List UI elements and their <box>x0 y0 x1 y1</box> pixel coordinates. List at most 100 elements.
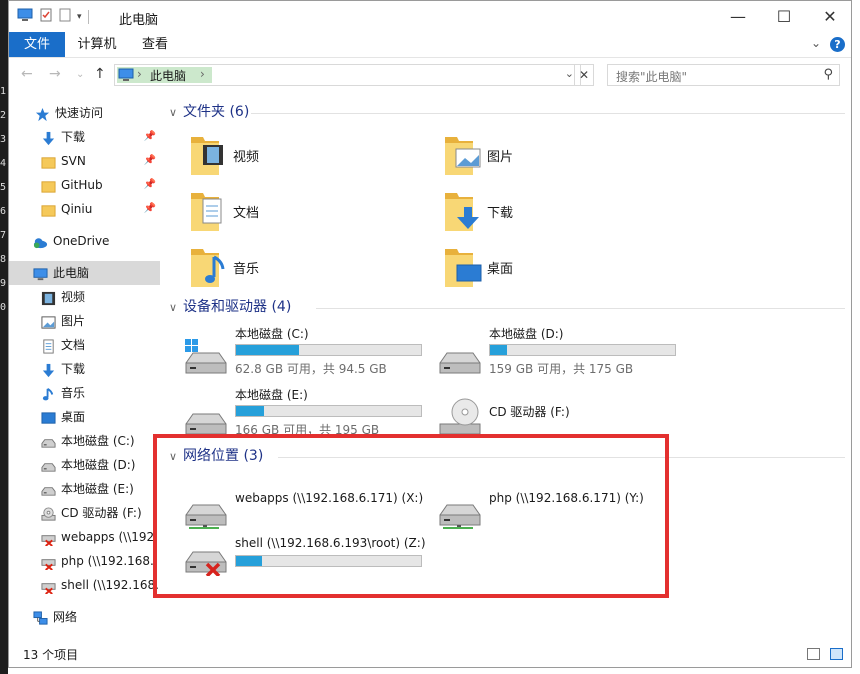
drive-icon <box>183 396 229 438</box>
address-dropdown-icon[interactable]: ⌄ <box>565 67 574 80</box>
group-header-folders[interactable]: ∨ 文件夹 (6) <box>169 101 249 123</box>
star-icon <box>35 106 50 122</box>
sidebar-item[interactable]: shell (\\192.168. <box>9 573 160 597</box>
help-icon[interactable]: ? <box>830 37 845 52</box>
window-title: 此电脑 <box>119 13 159 28</box>
pin-icon[interactable]: 📌 <box>144 197 156 221</box>
sidebar-item-label: 此电脑 <box>53 266 90 280</box>
capacity-bar <box>235 405 422 417</box>
breadcrumb[interactable]: 此电脑 <box>150 67 186 84</box>
sidebar-item[interactable]: CD 驱动器 (F:) <box>9 501 160 525</box>
back-button[interactable]: ← <box>21 66 33 82</box>
sidebar-item[interactable]: GitHub 📌 <box>9 173 160 197</box>
tab-view[interactable]: 查看 <box>129 32 181 57</box>
download-icon <box>41 362 56 378</box>
download-icon <box>41 130 56 146</box>
drive-item[interactable]: 本地磁盘 (D:) 159 GB 可用，共 175 GB <box>437 325 687 381</box>
folder-item[interactable]: 视频 <box>189 131 429 181</box>
line-number: 4 <box>0 158 7 169</box>
line-number: 2 <box>0 110 7 121</box>
sidebar-item[interactable]: OneDrive <box>9 229 160 253</box>
sidebar-item[interactable]: 图片 <box>9 309 160 333</box>
download-folder-icon <box>443 189 483 233</box>
sidebar-item-label: 下载 <box>61 130 86 144</box>
sidebar-item-label: 网络 <box>53 610 78 624</box>
pin-icon[interactable]: 📌 <box>144 173 156 197</box>
sidebar-item-label: php (\\192.168. <box>61 554 154 568</box>
chevron-right-icon[interactable]: › <box>200 67 205 81</box>
folder-item[interactable]: 桌面 <box>443 243 683 293</box>
line-number: 9 <box>0 278 7 289</box>
sidebar-item[interactable]: Qiniu 📌 <box>9 197 160 221</box>
properties-icon[interactable] <box>39 8 53 25</box>
maximize-button[interactable]: ☐ <box>761 1 807 32</box>
search-input[interactable]: 搜索"此电脑" ⚲ <box>607 64 840 86</box>
sidebar-item[interactable]: 桌面 <box>9 405 160 429</box>
search-icon[interactable]: ⚲ <box>823 67 833 82</box>
folder-icon <box>41 178 56 193</box>
sidebar-item-label: 图片 <box>61 314 86 328</box>
folder-item[interactable]: 文档 <box>189 187 429 237</box>
drive-name: 本地磁盘 (E:) <box>235 388 308 402</box>
folder-item[interactable]: 下载 <box>443 187 683 237</box>
sidebar-item-label: 本地磁盘 (E:) <box>61 482 134 496</box>
sidebar-item[interactable]: 网络 <box>9 605 160 629</box>
tab-computer[interactable]: 计算机 <box>69 32 125 57</box>
line-number: 3 <box>0 134 7 145</box>
sidebar-item[interactable]: 音乐 <box>9 381 160 405</box>
sidebar-item[interactable]: 本地磁盘 (E:) <box>9 477 160 501</box>
sidebar-item-label: 文档 <box>61 338 86 352</box>
chevron-right-icon[interactable]: › <box>137 67 142 81</box>
forward-button[interactable]: → <box>49 66 61 82</box>
sidebar-item[interactable]: 下载 📌 <box>9 125 160 149</box>
close-button[interactable]: ✕ <box>807 1 853 32</box>
pin-icon[interactable]: 📌 <box>144 125 156 149</box>
details-view-icon[interactable] <box>807 648 820 660</box>
music-folder-icon <box>189 245 229 289</box>
minimize-button[interactable]: — <box>715 1 761 32</box>
network-drive-off-icon <box>41 578 56 595</box>
line-number: 5 <box>0 182 7 193</box>
sidebar-item[interactable]: 文档 <box>9 333 160 357</box>
line-number: 6 <box>0 206 7 217</box>
sidebar-item[interactable]: 本地磁盘 (C:) <box>9 429 160 453</box>
drive-item[interactable]: 本地磁盘 (C:) 62.8 GB 可用，共 94.5 GB <box>183 325 433 381</box>
folder-item[interactable]: 图片 <box>443 131 683 181</box>
large-icons-view-icon[interactable] <box>830 648 843 660</box>
drive-name: 本地磁盘 (C:) <box>235 327 309 341</box>
group-header-devices[interactable]: ∨ 设备和驱动器 (4) <box>169 296 291 318</box>
desktop-folder-icon <box>443 245 483 289</box>
sidebar-item[interactable]: 本地磁盘 (D:) <box>9 453 160 477</box>
pin-icon[interactable]: 📌 <box>144 149 156 173</box>
explorer-window: ▾ 此电脑 — ☐ ✕ 文件 计算机 查看 ⌄ ? ← → ⌄ ↑ › 此电脑 … <box>8 0 852 668</box>
address-bar[interactable]: › 此电脑 › ⌄ <box>114 64 581 86</box>
sidebar-item[interactable]: 下载 <box>9 357 160 381</box>
group-title: 设备和驱动器 (4) <box>183 299 292 315</box>
sidebar-item-label: GitHub <box>61 178 103 192</box>
new-file-icon[interactable] <box>59 8 71 25</box>
title-bar[interactable]: ▾ 此电脑 — ☐ ✕ <box>9 1 851 32</box>
music-icon <box>41 386 56 401</box>
up-button[interactable]: ↑ <box>94 66 106 82</box>
tab-file[interactable]: 文件 <box>9 32 65 57</box>
sidebar-item[interactable]: php (\\192.168. <box>9 549 160 573</box>
folder-label: 视频 <box>233 150 260 165</box>
folder-icon <box>41 202 56 217</box>
customize-toolbar-icon[interactable]: ▾ <box>77 12 82 22</box>
sidebar-item-label: 音乐 <box>61 386 86 400</box>
background-line-numbers: 1 2 3 4 5 6 7 8 9 0 <box>0 80 8 320</box>
search-placeholder: 搜索"此电脑" <box>616 70 688 84</box>
sidebar-item[interactable]: SVN 📌 <box>9 149 160 173</box>
clear-address-button[interactable]: ✕ <box>574 64 594 86</box>
capacity-bar <box>489 344 676 356</box>
picture-icon <box>41 314 56 329</box>
recent-locations-icon[interactable]: ⌄ <box>76 69 84 80</box>
sidebar-item[interactable]: 快速访问 <box>9 101 160 125</box>
sidebar-item[interactable]: 此电脑 <box>9 261 160 285</box>
toolbar-separator <box>87 9 89 24</box>
folder-item[interactable]: 音乐 <box>189 243 429 293</box>
sidebar-item-label: 视频 <box>61 290 86 304</box>
sidebar-item[interactable]: webapps (\\192 <box>9 525 160 549</box>
sidebar-item[interactable]: 视频 <box>9 285 160 309</box>
chevron-down-icon[interactable]: ⌄ <box>811 36 821 50</box>
